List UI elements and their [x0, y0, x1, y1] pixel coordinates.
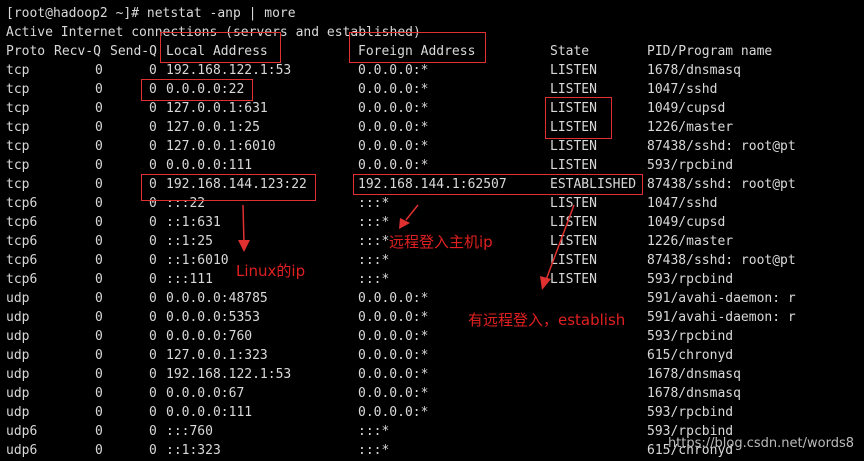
- arrow-to-remote-ip: [405, 204, 419, 221]
- annotation-remote-ip: 远程登入主机ip: [389, 233, 493, 251]
- annotation-linux-ip: Linux的ip: [236, 262, 306, 280]
- blog-watermark: https://blog.csdn.net/words8: [667, 436, 854, 451]
- arrow-head-remote-ip: [399, 218, 410, 229]
- arrow-head-linux-ip: [238, 240, 250, 252]
- arrow-head-established: [540, 276, 551, 290]
- terminal-window[interactable]: [root@hadoop2 ~]# netstat -anp | more Ac…: [0, 0, 864, 461]
- arrow-to-linux-ip: [242, 204, 245, 245]
- arrow-to-established: [545, 204, 575, 281]
- annotation-remote-established: 有远程登入，establish: [468, 311, 626, 329]
